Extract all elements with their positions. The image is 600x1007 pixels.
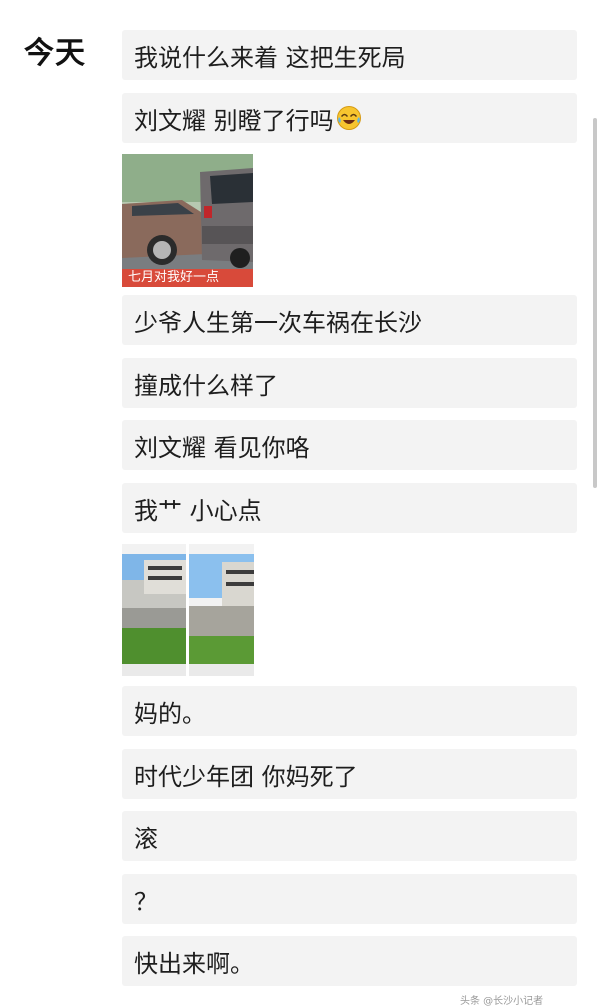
watermark: 头条 @长沙小记者 <box>460 996 544 1007</box>
screenshots-photo[interactable] <box>122 544 254 676</box>
message-text: 刘文耀 别瞪了行吗 <box>134 106 334 135</box>
message-text: 刘文耀 看见你咯 <box>134 433 310 462</box>
message-text: 我艹 小心点 <box>134 496 262 525</box>
message-bubble[interactable]: 刘文耀 别瞪了行吗 <box>122 93 577 143</box>
laughing-crying-emoji-icon <box>336 106 361 130</box>
message-bubble[interactable]: 我说什么来着 这把生死局 <box>122 30 577 80</box>
screenshots-image <box>122 544 254 676</box>
message-bubble[interactable]: 刘文耀 看见你咯 <box>122 420 577 470</box>
message-text: 快出来啊。 <box>134 949 254 978</box>
message-bubble[interactable]: 少爷人生第一次车祸在长沙 <box>122 295 577 345</box>
message-bubble[interactable]: 撞成什么样了 <box>122 358 577 408</box>
car-crash-image <box>122 154 253 287</box>
message-bubble[interactable]: 妈的。 <box>122 686 577 736</box>
message-bubble[interactable]: 滚 <box>122 811 577 861</box>
message-bubble[interactable]: 时代少年团 你妈死了 <box>122 749 577 799</box>
message-text: 妈的。 <box>134 699 206 728</box>
message-bubble[interactable]: 快出来啊。 <box>122 936 577 986</box>
message-text: 滚 <box>134 824 158 853</box>
day-label: 今天 <box>24 36 86 71</box>
photo-caption: 七月对我好一点 <box>122 269 253 287</box>
message-bubble[interactable]: ？ <box>122 874 577 924</box>
scrollbar[interactable] <box>593 118 597 488</box>
message-text: 撞成什么样了 <box>134 371 278 400</box>
message-text: 少爷人生第一次车祸在长沙 <box>134 308 422 337</box>
message-bubble[interactable]: 我艹 小心点 <box>122 483 577 533</box>
message-text: ？ <box>134 887 158 916</box>
message-text: 时代少年团 你妈死了 <box>134 762 358 791</box>
message-text: 我说什么来着 这把生死局 <box>134 43 406 72</box>
car-crash-photo[interactable]: 七月对我好一点 <box>122 154 253 287</box>
